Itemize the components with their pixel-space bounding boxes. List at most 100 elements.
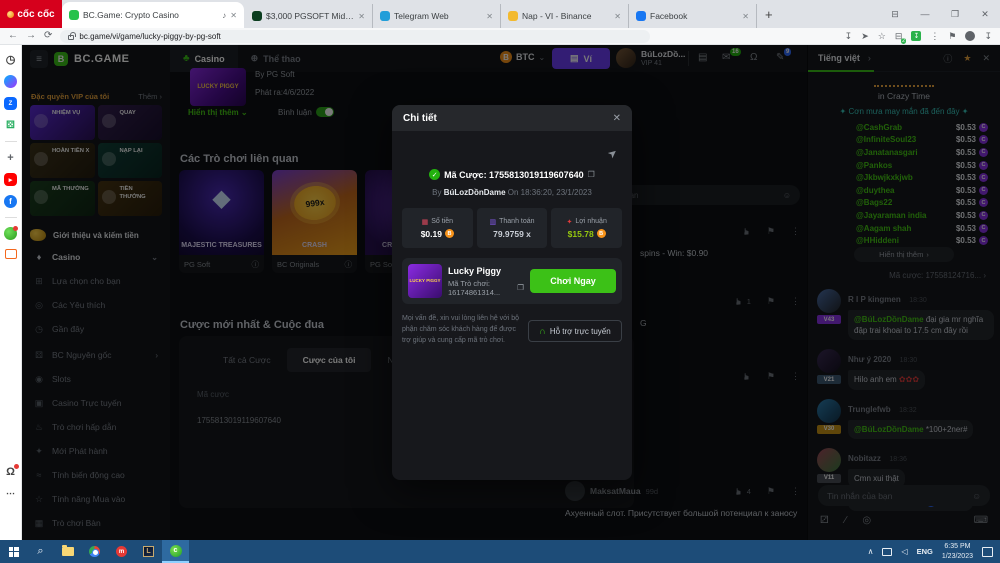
tab-audio-icon[interactable]: ♪ bbox=[222, 11, 226, 20]
live-support-button[interactable]: ∩ Hỗ trợ trực tuyến bbox=[528, 320, 622, 342]
tab-close-icon[interactable]: ✕ bbox=[486, 12, 493, 21]
game-name: Lucky Piggy bbox=[448, 266, 524, 276]
coccoc-brand[interactable]: cốc cốc bbox=[0, 0, 62, 28]
tab-close-icon[interactable]: ✕ bbox=[614, 12, 621, 21]
verified-check-icon: ✓ bbox=[429, 169, 440, 180]
bookmark-star-icon[interactable]: ☆ bbox=[878, 32, 886, 41]
history-icon[interactable]: ◷ bbox=[4, 53, 17, 66]
stat-label: Lợi nhuận bbox=[575, 218, 606, 225]
stat-label: Thanh toán bbox=[499, 218, 534, 225]
zalo-icon[interactable]: Z bbox=[4, 97, 17, 110]
back-icon[interactable]: ← bbox=[8, 31, 18, 41]
download-manager-extension-icon[interactable]: ↧ bbox=[911, 31, 921, 41]
game-thumbnail[interactable]: LUCKY PIGGY bbox=[408, 264, 442, 298]
lock-icon[interactable] bbox=[68, 35, 74, 40]
browser-side-rail: ◷ Z ⚄ + ▸ f Ω ⋯ bbox=[0, 45, 22, 540]
file-explorer-icon[interactable] bbox=[54, 540, 81, 563]
minimize-button[interactable]: — bbox=[910, 0, 940, 28]
modal-title: Chi tiết bbox=[403, 113, 437, 124]
action-center-icon[interactable] bbox=[982, 547, 993, 557]
coccoc-taskbar-icon[interactable]: c bbox=[162, 540, 189, 563]
address-bar[interactable]: bc.game/vi/game/lucky-piggy-by-pg-soft bbox=[60, 30, 650, 43]
game-id-row: Mã Trò chơi: 16174861314...❐ bbox=[448, 279, 524, 297]
stat-icon: ✦ bbox=[567, 218, 573, 226]
browser-tabstrip: cốc cốc BC.Game: Crypto Casino ♪ ✕ $3,00… bbox=[0, 0, 1000, 28]
copy-icon[interactable]: ❐ bbox=[588, 170, 595, 179]
red-app-icon[interactable]: m bbox=[108, 540, 135, 563]
stat-value: $0.19 bbox=[421, 229, 442, 239]
tab-close-icon[interactable]: ✕ bbox=[230, 11, 237, 20]
coccoc-logo-icon bbox=[7, 11, 14, 18]
tab-favicon bbox=[252, 11, 262, 21]
messenger-icon[interactable] bbox=[4, 75, 17, 88]
close-button[interactable]: ✕ bbox=[970, 0, 1000, 28]
new-tab-button[interactable]: + bbox=[757, 7, 781, 22]
coin-icon: B bbox=[597, 229, 606, 238]
url-text[interactable]: bc.game/vi/game/lucky-piggy-by-pg-soft bbox=[79, 32, 220, 41]
tab-favicon bbox=[508, 11, 518, 21]
support-note: Mọi vấn đề, xin vui lòng liên hệ với bộ … bbox=[402, 314, 520, 347]
bet-id-text: Mã Cược: 1755813019119607640 bbox=[444, 170, 584, 180]
browser-tab[interactable]: $3,000 PGSOFT Mid-Week M ✕ bbox=[245, 4, 373, 28]
window-controls: ⊟ — ❐ ✕ bbox=[880, 0, 1000, 28]
taskbar-search-icon[interactable]: ⌕ bbox=[27, 540, 54, 563]
clock[interactable]: 6:35 PM1/23/2023 bbox=[942, 542, 973, 561]
game-info-card: LUCKY PIGGY Lucky Piggy Mã Trò chơi: 161… bbox=[402, 258, 622, 304]
stat-value: 79.9759 x bbox=[493, 229, 531, 239]
share-icon[interactable]: ➤ bbox=[605, 146, 620, 162]
tab-close-icon[interactable]: ✕ bbox=[742, 12, 749, 21]
promo-extension-icon[interactable] bbox=[4, 227, 17, 240]
bet-player-name[interactable]: BúLozDồnDame bbox=[444, 188, 506, 197]
stat-box: ▥Thanh toán 79.9759 xB bbox=[477, 208, 548, 248]
tray-expand-icon[interactable]: ∧ bbox=[868, 547, 874, 556]
rail-divider bbox=[5, 217, 17, 218]
browser-tab[interactable]: Telegram Web ✕ bbox=[373, 4, 501, 28]
reload-icon[interactable]: ⟳ bbox=[44, 31, 52, 41]
flag-icon[interactable]: ⚑ bbox=[948, 32, 956, 41]
tab-favicon bbox=[636, 11, 646, 21]
browser-tab[interactable]: Facebook ✕ bbox=[629, 4, 757, 28]
bet-details-modal: Chi tiết ✕ ➤ ✓ Mã Cược: 1755813019119607… bbox=[392, 105, 632, 480]
system-tray: ∧ ◁ ENG 6:35 PM1/23/2023 bbox=[868, 542, 1000, 561]
tab-close-icon[interactable]: ✕ bbox=[358, 12, 365, 21]
rail-more-icon[interactable]: ⋯ bbox=[4, 487, 17, 500]
volume-icon[interactable]: ◁ bbox=[901, 547, 907, 556]
language-indicator[interactable]: ENG bbox=[917, 547, 933, 556]
stat-icon: ▦ bbox=[422, 218, 429, 226]
side-panel-icon[interactable]: ⊟ bbox=[880, 0, 910, 28]
save-icon[interactable]: ↧ bbox=[845, 32, 853, 41]
tab-favicon bbox=[69, 10, 79, 20]
shopping-cart-icon[interactable] bbox=[5, 249, 17, 259]
youtube-icon[interactable]: ▸ bbox=[4, 173, 17, 186]
notification-bell-icon[interactable]: Ω bbox=[4, 465, 17, 478]
browser-tab[interactable]: BC.Game: Crypto Casino ♪ ✕ bbox=[62, 2, 244, 28]
play-now-button[interactable]: Chơi Ngay bbox=[530, 269, 616, 293]
bet-stats: ▦Số tiền $0.19 B ▥Thanh toán 79.9759 xB ✦… bbox=[402, 208, 622, 248]
extensions-icon[interactable]: ⋮ bbox=[930, 32, 939, 41]
browser-tab[interactable]: Nap - VI - Binance ✕ bbox=[501, 4, 629, 28]
downloads-icon[interactable]: ↧ bbox=[984, 32, 992, 41]
start-button[interactable] bbox=[0, 540, 27, 563]
adblock-extension-icon[interactable]: ⊟ bbox=[895, 32, 903, 41]
stat-label: Số tiền bbox=[431, 218, 453, 225]
network-icon[interactable] bbox=[882, 548, 892, 556]
browser-tabs: BC.Game: Crypto Casino ♪ ✕ $3,000 PGSOFT… bbox=[62, 0, 757, 28]
stat-value: $15.78 bbox=[568, 229, 594, 239]
games-icon[interactable]: ⚄ bbox=[4, 119, 17, 132]
rail-divider bbox=[5, 141, 17, 142]
stat-icon: ▥ bbox=[489, 218, 496, 226]
forward-icon[interactable]: → bbox=[26, 31, 36, 41]
share-icon[interactable]: ➤ bbox=[861, 32, 869, 41]
profile-avatar[interactable] bbox=[965, 31, 975, 41]
league-of-legends-icon[interactable]: L bbox=[135, 540, 162, 563]
copy-icon[interactable]: ❐ bbox=[517, 283, 524, 292]
chrome-icon[interactable] bbox=[81, 540, 108, 563]
browser-toolbar: ← → ⟳ bc.game/vi/game/lucky-piggy-by-pg-… bbox=[0, 28, 1000, 45]
facebook-icon[interactable]: f bbox=[4, 195, 17, 208]
bcgame-page: ≡ B BC.GAME Đặc quyền VIP của tôi Thêm ›… bbox=[22, 45, 1000, 540]
windows-taskbar: ⌕ m L c ∧ ◁ ENG 6:35 PM1/23/2023 bbox=[0, 540, 1000, 563]
restore-button[interactable]: ❐ bbox=[940, 0, 970, 28]
bet-datetime: 18:36:20, 23/1/2023 bbox=[521, 188, 592, 197]
modal-close-icon[interactable]: ✕ bbox=[613, 113, 621, 124]
add-shortcut-icon[interactable]: + bbox=[4, 151, 17, 164]
